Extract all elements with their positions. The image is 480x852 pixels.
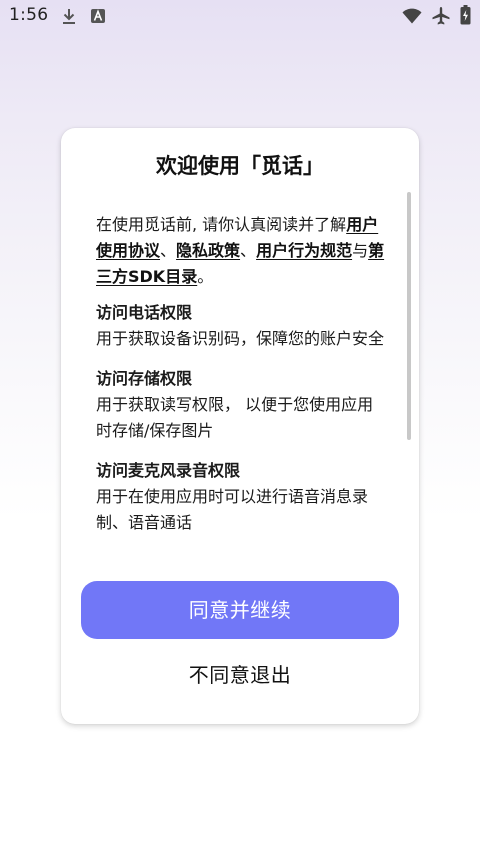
wifi-icon [402,8,422,24]
scrollbar[interactable] [407,192,411,440]
dialog-title: 欢迎使用「觅话」 [156,154,324,178]
intro-and: 与 [352,241,369,260]
status-bar: 1:56 [0,0,480,32]
privacy-dialog: 欢迎使用「觅话」 在使用觅话前, 请你认真阅读并了解用户使用协议、隐私政策、用户… [61,128,419,724]
permission-title: 访问电话权限 [96,303,193,322]
privacy-policy-link[interactable]: 隐私政策 [176,241,240,260]
airplane-icon [432,7,450,25]
permission-title: 访问麦克风录音权限 [96,461,241,480]
intro-text: 在使用觅话前, 请你认真阅读并了解用户使用协议、隐私政策、用户行为规范与第三方S… [96,212,386,290]
download-icon [63,9,75,24]
permission-desc: 用于获取读写权限， 以便于您使用应用时存储/保存图片 [96,395,374,440]
dialog-scroll-content[interactable]: 在使用觅话前, 请你认真阅读并了解用户使用协议、隐私政策、用户行为规范与第三方S… [96,212,386,564]
intro-separator: 、 [240,241,257,260]
battery-icon [460,5,471,25]
permission-desc: 用于在使用应用时可以进行语音消息录制、语音通话 [96,487,369,532]
intro-end: 。 [197,267,214,286]
intro-separator: 、 [160,241,177,260]
user-behavior-link[interactable]: 用户行为规范 [256,241,352,260]
permission-item-phone: 访问电话权限 用于获取设备识别码，保障您的账户安全 [96,300,386,352]
agree-continue-button[interactable]: 同意并继续 [81,581,399,639]
decline-exit-button[interactable]: 不同意退出 [81,654,399,696]
status-time: 1:56 [9,5,49,25]
permission-desc: 用于获取设备识别码，保障您的账户安全 [96,329,385,348]
permission-item-microphone: 访问麦克风录音权限 用于在使用应用时可以进行语音消息录制、语音通话 [96,458,386,536]
intro-prefix: 在使用觅话前, 请你认真阅读并了解 [96,215,347,234]
permission-title: 访问存储权限 [96,369,193,388]
permission-item-storage: 访问存储权限 用于获取读写权限， 以便于您使用应用时存储/保存图片 [96,366,386,444]
font-a-icon [91,9,105,23]
